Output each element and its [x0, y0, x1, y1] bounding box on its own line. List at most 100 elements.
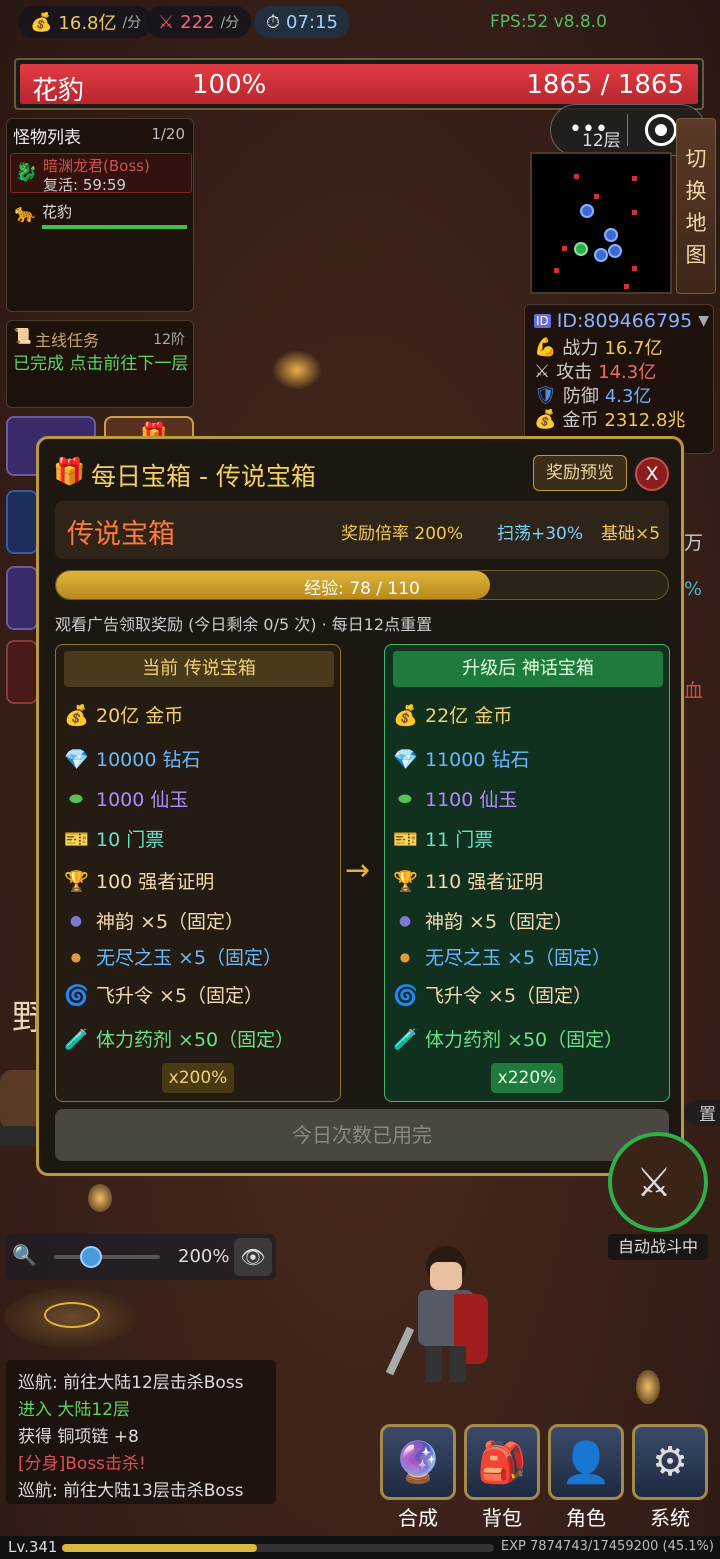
monster-name: 花豹: [42, 203, 73, 221]
defense-label: 防御: [562, 386, 599, 407]
muscle-icon: 💪: [534, 336, 557, 358]
zoom-slider-thumb[interactable]: [80, 1246, 103, 1268]
power-value: 16.7亿: [604, 338, 663, 359]
reward-orb: 无尽之玉 ×5（固定）: [96, 947, 283, 969]
gold-rate-value: 16.8亿: [58, 13, 117, 34]
reward-ascend: 飞升令 ×5（固定）: [96, 985, 264, 1007]
zoom-slider-track[interactable]: [54, 1255, 160, 1259]
reward-row-orb: ● 无尽之玉 ×5（固定）: [393, 943, 611, 970]
switch-map-button[interactable]: 切换地图: [676, 118, 716, 294]
eye-icon: 👁: [240, 1245, 266, 1269]
upgraded-chest-card: 升级后 神话宝箱 💰 22亿 金币 💎 11000 钻石 ⬬ 1100 仙玉 🎫 11 …: [384, 644, 670, 1102]
reward-row-trophy: 🏆 100 强者证明: [64, 867, 214, 894]
current-chest-header: 当前 传说宝箱: [64, 651, 334, 687]
system-button[interactable]: ⚙: [632, 1424, 708, 1500]
reward-orb: 无尽之玉 ×5（固定）: [425, 947, 612, 969]
side-text-fragment: %: [684, 578, 703, 600]
player-level: Lv.341: [8, 1538, 58, 1556]
monster-entry[interactable]: 🐆 花豹: [10, 199, 192, 235]
side-feature-button[interactable]: [6, 490, 38, 554]
reward-potion: 体力药剂 ×50（固定）: [96, 1029, 295, 1051]
power-label: 战力: [562, 338, 599, 359]
side-feature-button[interactable]: [6, 566, 38, 630]
chest-info-bar: 传说宝箱 奖励倍率 200% 扫荡+30% 基础×5: [55, 501, 669, 559]
auto-battle-button[interactable]: ⚔: [608, 1132, 708, 1232]
player-exp-track: [62, 1544, 494, 1552]
map-dot: [624, 284, 629, 289]
map-dot: [632, 176, 637, 181]
claim-button[interactable]: 今日次数已用完: [55, 1109, 669, 1161]
diamond-icon: 💎: [393, 746, 418, 771]
reward-jade: 1100 仙玉: [425, 789, 518, 811]
craft-button[interactable]: 🔮: [380, 1424, 456, 1500]
reward-preview-button[interactable]: 奖励预览: [533, 455, 627, 491]
upgraded-chest-header: 升级后 神话宝箱: [393, 651, 663, 687]
map-npc-marker: [574, 242, 588, 256]
main-quest-panel[interactable]: 📜 主线任务 12阶 已完成 点击前往下一层: [6, 320, 194, 408]
bag-button[interactable]: 🎒: [464, 1424, 540, 1500]
current-multiplier-badge: x200%: [162, 1063, 234, 1093]
close-button[interactable]: X: [635, 457, 669, 491]
zoom-value: 200%: [178, 1246, 230, 1267]
portal-pad[interactable]: [4, 1288, 138, 1348]
reward-ticket: 11 门票: [425, 829, 494, 851]
trophy-icon: 🏆: [393, 868, 418, 893]
side-text-fragment: 血: [684, 680, 704, 702]
map-ally-marker: [604, 228, 618, 242]
person-icon: 👤: [561, 1439, 611, 1486]
reward-row-potion: 🧪 体力药剂 ×50（固定）: [64, 1025, 294, 1052]
reward-row-jade: ⬬ 1000 仙玉: [64, 785, 188, 812]
modal-title: 每日宝箱 - 传说宝箱: [91, 462, 316, 491]
crossed-swords-icon: ⚔: [158, 11, 175, 33]
defense-row: 🛡 防御 4.3亿: [534, 382, 652, 408]
map-dot: [562, 246, 567, 251]
map-ally-marker: [594, 248, 608, 262]
zoom-control: 🔍 200% 👁: [6, 1234, 276, 1280]
quest-title: 主线任务: [35, 331, 100, 350]
quest-status: 已完成 点击前往下一层: [13, 354, 189, 374]
reward-ticket: 10 门票: [96, 829, 165, 851]
crystal-ball-icon: 🔮: [393, 1439, 443, 1486]
target-name: 花豹: [32, 76, 85, 106]
player-id-row[interactable]: ID ID:809466795 ▼: [534, 310, 709, 332]
stopwatch-icon: ⏱: [266, 11, 281, 33]
log-entry: [分身]Boss击杀!: [18, 1454, 146, 1474]
side-setting-fragment[interactable]: 置: [684, 1100, 720, 1126]
reward-trophy: 110 强者证明: [425, 871, 544, 893]
power-row: 💪 战力 16.7亿: [534, 334, 663, 360]
diamond-icon: 💎: [64, 746, 89, 771]
attack-rate-pill: ⚔ 222 /分: [146, 6, 252, 38]
target-hp-fill: 花豹 100% 1865 / 1865: [20, 64, 698, 106]
swirl-icon: 🌀: [393, 982, 418, 1007]
chest-name: 传说宝箱: [67, 519, 175, 550]
reward-row-shenyun: ● 神韵 ×5（固定）: [64, 907, 244, 934]
scroll-icon: 📜: [13, 327, 32, 345]
attack-value: 14.3亿: [598, 362, 657, 383]
monster-list-title: 怪物列表: [13, 128, 81, 148]
timer-value: 07:15: [286, 11, 338, 33]
map-player-marker: [580, 204, 594, 218]
boss-entry[interactable]: 🐉 暗渊龙君(Boss) 复活: 59:59: [10, 153, 192, 194]
portal-ring: [44, 1302, 100, 1328]
reward-row-shenyun: ● 神韵 ×5（固定）: [393, 907, 573, 934]
reward-jade: 1000 仙玉: [96, 789, 189, 811]
base-multiplier: 基础×5: [601, 524, 661, 544]
reward-rate: 奖励倍率 200%: [341, 524, 464, 544]
minimap[interactable]: [530, 152, 672, 294]
side-feature-button[interactable]: [6, 640, 38, 704]
character-button[interactable]: 👤: [548, 1424, 624, 1500]
crossed-swords-icon: ⚔: [534, 360, 551, 382]
reward-diamond: 11000 钻石: [425, 749, 530, 771]
player-id: ID:809466795: [556, 310, 693, 332]
eye-toggle[interactable]: 👁: [234, 1238, 272, 1276]
chest-exp-label: 经验: 78 / 110: [304, 579, 420, 599]
target-circle-icon[interactable]: [645, 114, 677, 146]
map-dot: [594, 194, 599, 199]
dropdown-triangle-icon[interactable]: ▼: [698, 313, 709, 329]
map-dot: [632, 266, 637, 271]
reward-row-gold: 💰 22亿 金币: [393, 701, 512, 728]
reward-row-ticket: 🎫 11 门票: [393, 825, 493, 852]
backpack-icon: 🎒: [477, 1439, 527, 1486]
reward-row-ascend: 🌀 飞升令 ×5（固定）: [64, 981, 263, 1008]
upgraded-multiplier-badge: x220%: [491, 1063, 563, 1093]
